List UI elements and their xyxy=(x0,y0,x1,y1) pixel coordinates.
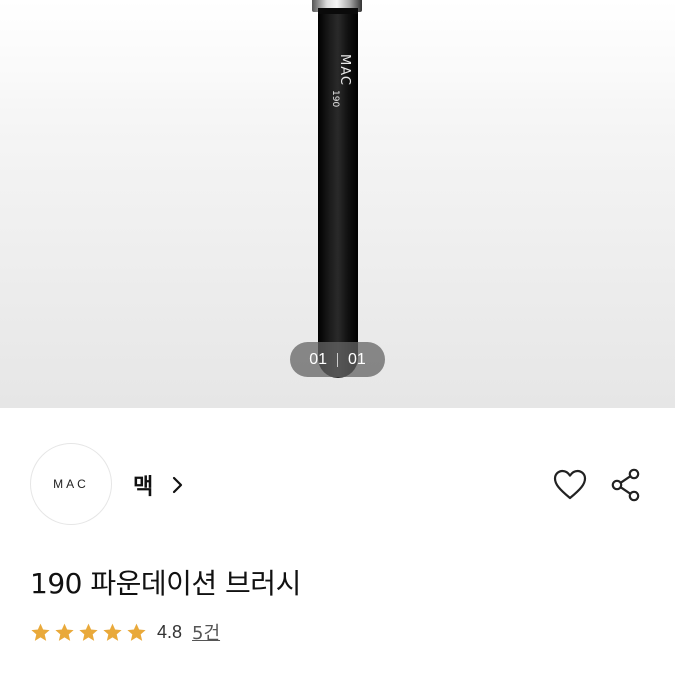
product-title: 190 파운데이션 브러시 xyxy=(30,567,301,600)
heart-outline-icon xyxy=(553,469,587,500)
star-icon xyxy=(127,623,146,641)
pager-total: 01 xyxy=(348,350,366,368)
share-icon xyxy=(611,468,640,502)
share-button[interactable] xyxy=(608,467,644,503)
pager-current: 01 xyxy=(309,350,327,368)
brand-name: 맥 xyxy=(133,475,154,500)
ferrule-line xyxy=(318,8,358,14)
brand-logo[interactable]: MAC xyxy=(30,443,112,525)
brush-number-text: 190 xyxy=(330,90,340,108)
rating-stars xyxy=(30,622,147,643)
star-icon xyxy=(79,623,98,641)
image-pager: 01 01 xyxy=(290,342,385,377)
product-image-carousel[interactable]: MAC 190 01 01 xyxy=(0,0,675,408)
chevron-right-icon xyxy=(173,476,183,494)
brand-logo-text: MAC xyxy=(53,477,89,491)
pager-separator xyxy=(337,352,338,367)
rating-value: 4.8 xyxy=(157,621,183,642)
star-icon xyxy=(55,623,74,641)
star-icon xyxy=(31,623,50,641)
brand-link[interactable]: 맥 xyxy=(133,469,187,501)
wishlist-button[interactable] xyxy=(552,467,588,503)
brand-row: MAC 맥 xyxy=(30,443,650,525)
star-icon xyxy=(103,623,122,641)
review-count-link[interactable]: 5건 xyxy=(192,619,220,645)
rating-row: 4.8 5건 xyxy=(30,620,220,644)
